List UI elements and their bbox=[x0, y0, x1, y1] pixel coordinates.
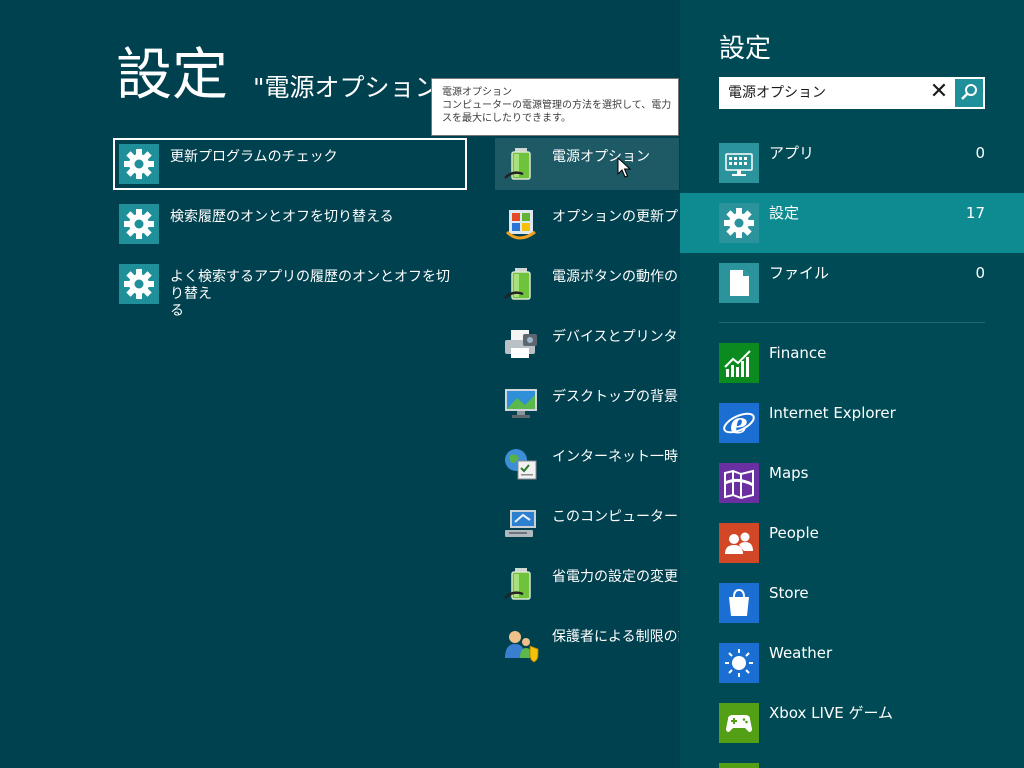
category-label: アプリ bbox=[769, 144, 815, 162]
app-label: People bbox=[769, 524, 819, 542]
keyboard-icon bbox=[719, 143, 759, 183]
finance-icon bbox=[719, 343, 759, 383]
gear-icon bbox=[119, 204, 159, 244]
remote-computer-icon bbox=[501, 504, 541, 544]
app-xbox-live-games[interactable]: Xbox LIVE ゲーム bbox=[680, 693, 1024, 753]
result-label: 保護者による制限の設 bbox=[552, 629, 679, 645]
svg-text:e: e bbox=[730, 407, 748, 440]
page-title: 設定 bbox=[116, 43, 228, 108]
search-icon bbox=[961, 84, 977, 100]
search-query-text: "電源オプション" bbox=[253, 73, 451, 102]
tooltip: 電源オプション コンピューターの電源管理の方法を選択して、電力 スを最大にしたり… bbox=[431, 78, 679, 136]
app-people[interactable]: People bbox=[680, 513, 1024, 573]
app-internet-explorer[interactable]: e Internet Explorer bbox=[680, 393, 1024, 453]
app-label: Finance bbox=[769, 344, 827, 362]
internet-options-icon bbox=[501, 444, 541, 484]
tooltip-title: 電源オプション bbox=[442, 87, 512, 98]
category-count: 0 bbox=[975, 264, 985, 282]
app-weather[interactable]: Weather bbox=[680, 633, 1024, 693]
people-icon bbox=[719, 523, 759, 563]
mouse-cursor-icon bbox=[617, 157, 631, 178]
result-label: 検索履歴のオンとオフを切り替える bbox=[170, 209, 394, 225]
file-icon bbox=[719, 263, 759, 303]
search-button[interactable] bbox=[955, 79, 983, 107]
windows-update-icon bbox=[501, 204, 541, 244]
result-power-button-behavior[interactable]: 電源ボタンの動作の変 bbox=[495, 258, 679, 310]
gear-icon bbox=[119, 264, 159, 304]
printer-icon bbox=[501, 324, 541, 364]
search-pane: 設定 電源オプション ✕ アプリ 0 設定 17 ファイル 0 Finance bbox=[679, 0, 1024, 768]
result-remote-access[interactable]: このコンピューターへのリ bbox=[495, 498, 679, 550]
category-label: ファイル bbox=[769, 264, 830, 282]
result-label: インターネット一時ファ bbox=[552, 449, 679, 465]
xbox-icon bbox=[719, 703, 759, 743]
divider bbox=[719, 322, 985, 323]
store-icon bbox=[719, 583, 759, 623]
category-label: 設定 bbox=[769, 204, 800, 222]
result-label: デスクトップの背景の変 bbox=[552, 389, 679, 405]
internet-explorer-icon: e bbox=[719, 403, 759, 443]
app-label: Xbox LIVE ゲーム bbox=[769, 704, 893, 722]
app-label: Maps bbox=[769, 464, 809, 482]
next-app-tile-edge bbox=[719, 763, 759, 768]
app-label: Store bbox=[769, 584, 809, 602]
result-label: デバイスとプリンターの表 bbox=[552, 329, 679, 345]
tooltip-line-1: コンピューターの電源管理の方法を選択して、電力 bbox=[442, 100, 672, 111]
result-label: よく検索するアプリの履歴のオンとオフを切り替え る bbox=[170, 269, 450, 319]
maps-icon bbox=[719, 463, 759, 503]
result-label: このコンピューターへのリ bbox=[552, 509, 679, 525]
result-optional-updates[interactable]: オプションの更新プログ bbox=[495, 198, 679, 250]
parental-controls-icon bbox=[501, 624, 541, 664]
search-results-area: 設定 "電源オプション" 更新プログラムのチェック 検索履歴のオンとオフを切り替… bbox=[0, 0, 679, 768]
category-count: 17 bbox=[965, 204, 985, 222]
result-internet-temporary-files[interactable]: インターネット一時ファ bbox=[495, 438, 679, 490]
app-label: Internet Explorer bbox=[769, 404, 896, 422]
result-app-history-toggle[interactable]: よく検索するアプリの履歴のオンとオフを切り替え る bbox=[113, 258, 467, 319]
battery-icon bbox=[501, 564, 541, 604]
gear-icon bbox=[119, 144, 159, 184]
category-files[interactable]: ファイル 0 bbox=[680, 253, 1024, 313]
weather-icon bbox=[719, 643, 759, 683]
app-maps[interactable]: Maps bbox=[680, 453, 1024, 513]
result-label: 省電力の設定の変更 bbox=[552, 569, 678, 585]
result-devices-printers[interactable]: デバイスとプリンターの表 bbox=[495, 318, 679, 370]
result-search-history-toggle[interactable]: 検索履歴のオンとオフを切り替える bbox=[113, 198, 467, 250]
result-check-updates[interactable]: 更新プログラムのチェック bbox=[113, 138, 467, 190]
search-input[interactable]: 電源オプション bbox=[728, 84, 826, 102]
result-power-options[interactable]: 電源オプション bbox=[495, 138, 679, 190]
result-label: 電源ボタンの動作の変 bbox=[552, 269, 679, 285]
app-finance[interactable]: Finance bbox=[680, 333, 1024, 393]
category-apps[interactable]: アプリ 0 bbox=[680, 133, 1024, 193]
search-box: 電源オプション ✕ bbox=[719, 77, 985, 109]
result-label: 電源オプション bbox=[552, 149, 650, 165]
result-parental-controls[interactable]: 保護者による制限の設 bbox=[495, 618, 679, 670]
result-label: オプションの更新プログ bbox=[552, 209, 679, 225]
gear-icon bbox=[719, 203, 759, 243]
result-label: 更新プログラムのチェック bbox=[170, 149, 338, 165]
desktop-background-icon bbox=[501, 384, 541, 424]
battery-icon bbox=[501, 264, 541, 304]
result-desktop-background[interactable]: デスクトップの背景の変 bbox=[495, 378, 679, 430]
result-power-saving-settings[interactable]: 省電力の設定の変更 bbox=[495, 558, 679, 610]
close-icon[interactable]: ✕ bbox=[927, 80, 951, 104]
category-count: 0 bbox=[975, 144, 985, 162]
search-pane-title: 設定 bbox=[719, 34, 772, 64]
category-settings[interactable]: 設定 17 bbox=[680, 193, 1024, 253]
battery-icon bbox=[501, 144, 541, 184]
app-store[interactable]: Store bbox=[680, 573, 1024, 633]
app-label: Weather bbox=[769, 644, 833, 662]
tooltip-line-2: スを最大にしたりできます。 bbox=[442, 113, 571, 124]
